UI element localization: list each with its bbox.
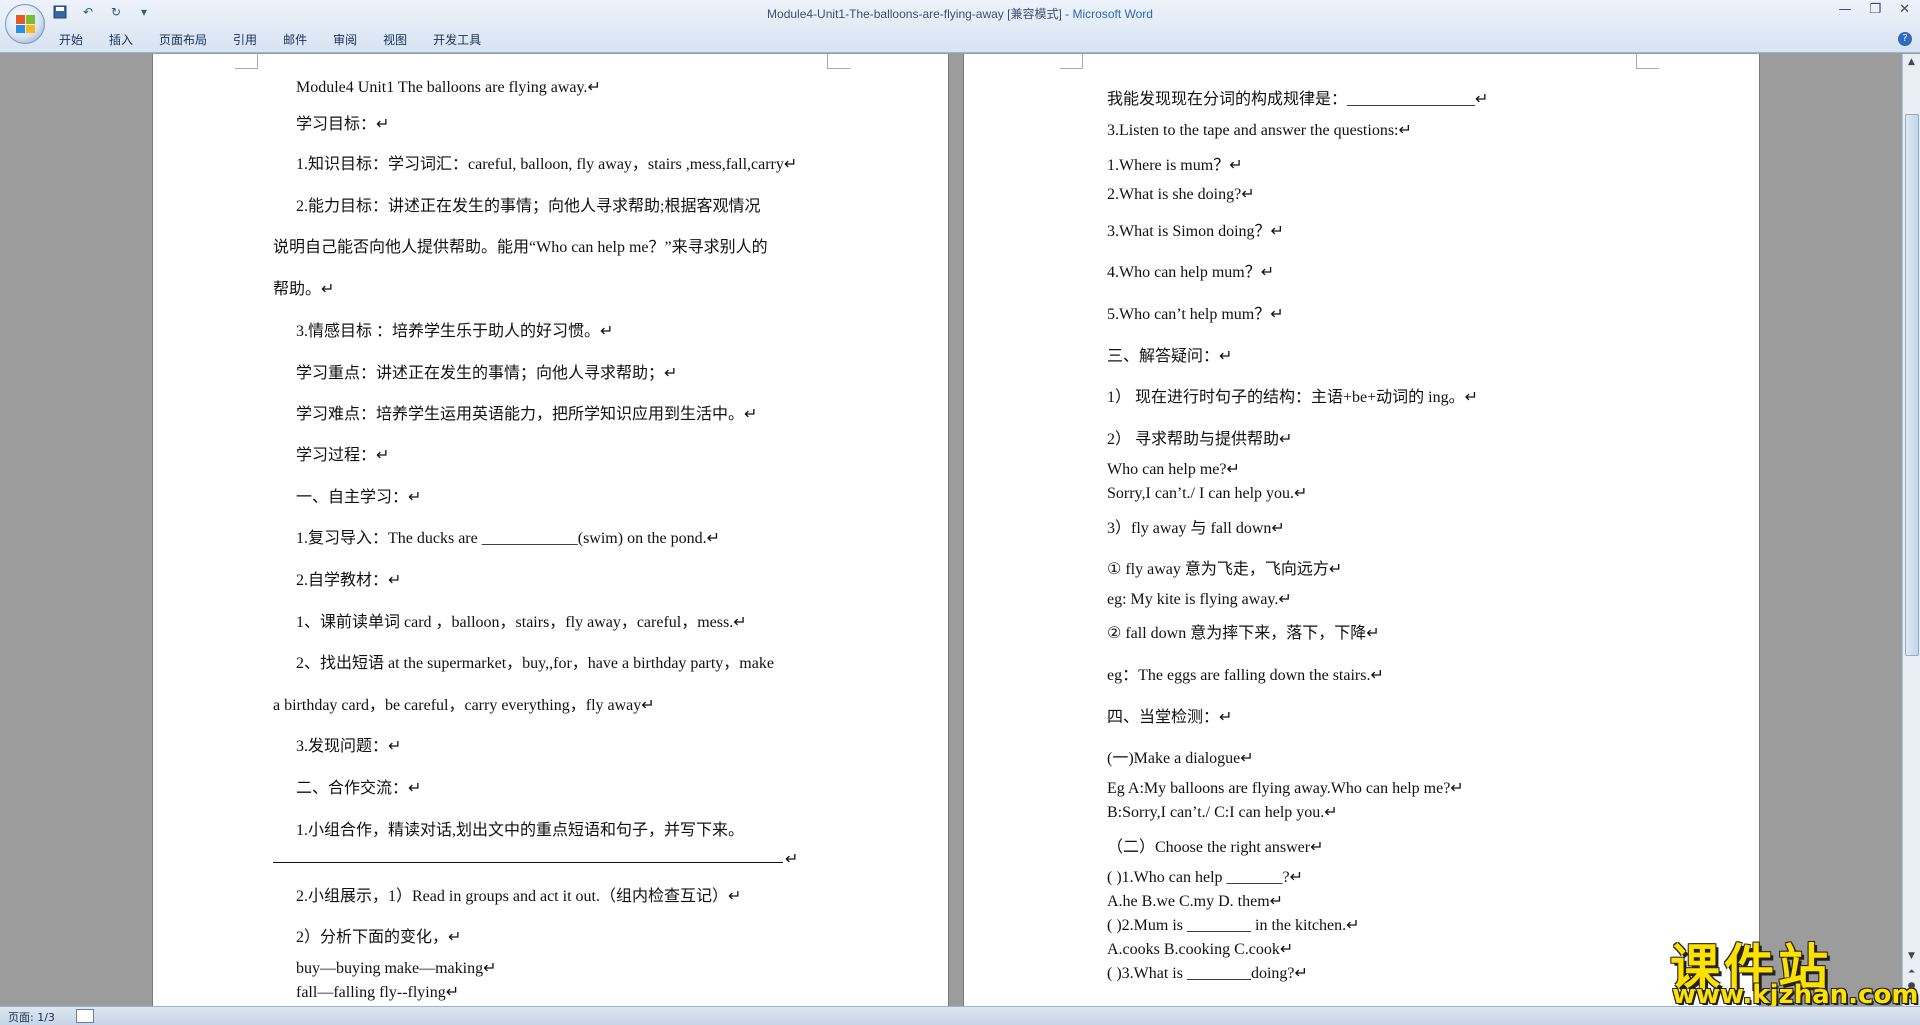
previous-page-icon[interactable]: ⏶ (1904, 965, 1919, 979)
tab-review[interactable]: 审阅 (320, 29, 370, 50)
doc-line: 2.What is she doing?↵ (1107, 186, 1255, 203)
tab-mailings[interactable]: 邮件 (270, 29, 320, 50)
help-icon[interactable]: ? (1898, 32, 1912, 46)
doc-line: buy—buying make—making↵ (296, 960, 497, 977)
doc-line: ↵ (785, 851, 799, 868)
doc-line: 学习目标：↵ (296, 116, 390, 133)
doc-line: 2.能力目标：讲述正在发生的事情；向他人寻求帮助;根据客观情况 (296, 198, 761, 215)
doc-line: 说明自己能否向他人提供帮助。能用“Who can help me？”来寻求别人的 (273, 239, 768, 256)
close-button[interactable]: ✕ (1899, 2, 1910, 17)
margin-mark (1636, 54, 1659, 69)
maximize-button[interactable]: ❐ (1869, 2, 1881, 17)
watermark-logo: 课件站 www.kjzhan.com (1670, 928, 1918, 1010)
doc-line: 3.What is Simon doing？↵ (1107, 223, 1284, 240)
doc-line: 1） 现在进行时句子的结构：主语+be+动词的 ing。↵ (1107, 389, 1479, 406)
doc-line: 5.Who can’t help mum？↵ (1107, 306, 1284, 323)
vertical-scrollbar[interactable]: ▲ ▼ ⏶ ● ⏷ (1902, 54, 1920, 1007)
window-controls: — ❐ ✕ (1838, 2, 1910, 17)
doc-line: 学习难点：培养学生运用英语能力，把所学知识应用到生活中。↵ (296, 406, 758, 423)
tab-view[interactable]: 视图 (370, 29, 420, 50)
doc-line: A.he B.we C.my D. them↵ (1107, 893, 1284, 910)
tab-references[interactable]: 引用 (220, 29, 270, 50)
proofing-icon[interactable] (76, 1009, 94, 1023)
doc-line: fall—falling fly--flying↵ (296, 984, 460, 1001)
scroll-down-icon[interactable]: ▼ (1904, 949, 1919, 963)
doc-line: 3.Listen to the tape and answer the ques… (1107, 122, 1412, 139)
minimize-button[interactable]: — (1838, 2, 1851, 17)
doc-line: 2） 寻求帮助与提供帮助↵ (1107, 431, 1293, 448)
doc-line: A.cooks B.cooking C.cook↵ (1107, 941, 1294, 958)
margin-mark (827, 54, 850, 69)
doc-line: 4.Who can help mum？↵ (1107, 264, 1275, 281)
doc-line: a birthday card，be careful，carry everyth… (273, 697, 655, 714)
doc-line: 1.复习导入：The ducks are ____________(swim) … (296, 530, 721, 547)
doc-line: 三、解答疑问：↵ (1107, 348, 1233, 365)
document-page-1[interactable]: Module4 Unit1 The balloons are flying aw… (152, 54, 949, 1006)
window-title: Module4-Unit1-The-balloons-are-flying-aw… (767, 7, 1153, 21)
scroll-up-icon[interactable]: ▲ (1904, 55, 1919, 69)
doc-line: 帮助。↵ (273, 281, 335, 298)
scrollbar-thumb[interactable] (1905, 114, 1919, 656)
doc-line: Who can help me?↵ (1107, 461, 1240, 478)
doc-line: 学习过程：↵ (296, 447, 390, 464)
doc-line: eg：The eggs are falling down the stairs.… (1107, 667, 1384, 684)
doc-line: (一)Make a dialogue↵ (1107, 750, 1254, 767)
tab-developer[interactable]: 开发工具 (420, 29, 494, 50)
doc-line: ① fly away 意为飞走，飞向远方↵ (1107, 561, 1343, 578)
doc-line: 2.自学教材：↵ (296, 572, 402, 589)
doc-line: 3）fly away 与 fall down↵ (1107, 520, 1285, 537)
doc-line: Sorry,I can’t./ I can help you.↵ (1107, 485, 1308, 502)
ribbon-tabs: 开始 插入 页面布局 引用 邮件 审阅 视图 开发工具 (46, 29, 494, 50)
doc-line: 1.Where is mum？↵ (1107, 157, 1243, 174)
doc-line: 1.小组合作，精读对话,划出文中的重点短语和句子，并写下来。 (296, 822, 745, 839)
doc-line: ( )3.What is ________doing?↵ (1107, 965, 1308, 982)
doc-line: 1.知识目标：学习词汇：careful, balloon, fly away，s… (296, 156, 798, 173)
tab-insert[interactable]: 插入 (96, 29, 146, 50)
doc-line: B:Sorry,I can’t./ C:I can help you.↵ (1107, 804, 1338, 821)
document-page-2[interactable]: 我能发现现在分词的构成规律是：________________↵ 3.Liste… (963, 54, 1760, 1006)
answer-blank-line (273, 862, 783, 863)
margin-mark (235, 54, 258, 69)
doc-line: eg: My kite is flying away.↵ (1107, 591, 1292, 608)
doc-line: 2）分析下面的变化，↵ (296, 929, 462, 946)
doc-line: 二、合作交流：↵ (296, 780, 422, 797)
doc-line: Eg A:My balloons are flying away.Who can… (1107, 780, 1464, 797)
doc-line: ( )2.Mum is ________ in the kitchen.↵ (1107, 917, 1360, 934)
doc-line: 1、课前读单词 card ，balloon，stairs，fly away，ca… (296, 614, 747, 631)
doc-line: ( )1.Who can help _______?↵ (1107, 869, 1304, 886)
doc-line: （二）Choose the right answer↵ (1107, 839, 1324, 856)
doc-line: 2.小组展示，1）Read in groups and act it out.（… (296, 888, 742, 905)
status-bar: 页面: 1/3 (0, 1006, 1920, 1025)
doc-line: ② fall down 意为摔下来，落下，下降↵ (1107, 625, 1380, 642)
page-count[interactable]: 页面: 1/3 (8, 1009, 55, 1025)
doc-line: 2、找出短语 at the supermarket，buy,,for，have … (296, 655, 774, 672)
app-name: Microsoft Word (1072, 7, 1153, 21)
doc-line: 四、当堂检测：↵ (1107, 709, 1233, 726)
margin-mark (1060, 54, 1083, 69)
ribbon: ↶ ↻ ▾ Module4-Unit1-The-balloons-are-fly… (0, 0, 1920, 53)
tab-page-layout[interactable]: 页面布局 (146, 29, 220, 50)
tab-home[interactable]: 开始 (46, 29, 96, 50)
doc-line: Module4 Unit1 The balloons are flying aw… (296, 79, 601, 96)
doc-line: 3.情感目标 ：培养学生乐于助人的好习惯。↵ (296, 323, 614, 340)
doc-line: 一、自主学习：↵ (296, 489, 422, 506)
doc-line: 学习重点：讲述正在发生的事情；向他人寻求帮助；↵ (296, 365, 678, 382)
doc-line: 我能发现现在分词的构成规律是：________________↵ (1107, 91, 1489, 108)
doc-line: 3.发现问题：↵ (296, 738, 402, 755)
